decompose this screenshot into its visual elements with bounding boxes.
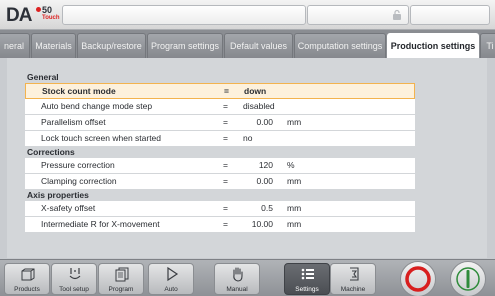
setting-equals: = bbox=[223, 117, 228, 127]
setting-label: Parallelism offset bbox=[41, 117, 106, 127]
section-header-corrections: Corrections bbox=[27, 147, 75, 157]
setting-row-auto-bend-change[interactable]: Auto bend change mode step = disabled bbox=[25, 99, 415, 115]
setting-label: Pressure correction bbox=[41, 160, 115, 170]
setting-value: disabled bbox=[243, 101, 275, 111]
start-icon bbox=[456, 267, 480, 291]
setting-label: Auto bend change mode step bbox=[41, 101, 153, 111]
nav-label: Tool setup bbox=[59, 286, 89, 293]
setting-value: 0.00 bbox=[256, 117, 273, 127]
setting-label: Lock touch screen when started bbox=[41, 133, 162, 143]
nav-machine-button[interactable]: Machine bbox=[330, 263, 376, 295]
setting-equals: = bbox=[223, 176, 228, 186]
tab-production-settings[interactable]: Production settings bbox=[387, 33, 479, 58]
setting-row-lock-touch-screen[interactable]: Lock touch screen when started = no bbox=[25, 131, 415, 147]
machine-icon bbox=[350, 267, 359, 281]
hand-icon bbox=[233, 267, 243, 282]
setting-equals: = bbox=[224, 86, 229, 96]
bottom-nav-bar: Products Tool setup Program Auto Manual bbox=[0, 259, 495, 296]
section-header-axis-properties: Axis properties bbox=[27, 190, 89, 200]
settings-table: General Stock count mode = down Auto ben… bbox=[25, 72, 415, 233]
logo-version: 50 bbox=[42, 5, 53, 15]
stop-icon bbox=[405, 266, 431, 292]
setting-row-clamping-correction[interactable]: Clamping correction = 0.00 mm bbox=[25, 174, 415, 190]
nav-program-button[interactable]: Program bbox=[98, 263, 144, 295]
setting-equals: = bbox=[223, 160, 228, 170]
setting-unit: % bbox=[287, 160, 295, 170]
setting-unit: mm bbox=[287, 176, 302, 186]
setting-row-stock-count-mode[interactable]: Stock count mode = down bbox=[25, 83, 415, 99]
setting-label: Clamping correction bbox=[41, 176, 117, 186]
nav-label: Auto bbox=[164, 286, 178, 293]
setting-unit: mm bbox=[287, 219, 302, 229]
nav-label: Products bbox=[14, 286, 40, 293]
tab-general[interactable]: neral bbox=[0, 33, 30, 58]
header-right-field bbox=[410, 5, 490, 25]
settings-panel: General Stock count mode = down Auto ben… bbox=[7, 58, 487, 258]
setting-label: Stock count mode bbox=[42, 86, 116, 96]
products-icon bbox=[21, 268, 35, 281]
logo-dot-icon bbox=[36, 7, 41, 12]
setting-equals: = bbox=[223, 203, 228, 213]
setting-value: 0.00 bbox=[256, 176, 273, 186]
setting-row-intermediate-r[interactable]: Intermediate R for X-movement = 10.00 mm bbox=[25, 217, 415, 233]
setting-equals: = bbox=[223, 133, 228, 143]
setting-equals: = bbox=[223, 101, 228, 111]
settings-tab-bar: neral Materials Backup/restore Program s… bbox=[0, 30, 495, 58]
stop-button[interactable] bbox=[400, 261, 436, 296]
logo-subtitle: Touch bbox=[42, 15, 60, 21]
header-info-field bbox=[62, 5, 306, 25]
nav-label: Manual bbox=[226, 286, 248, 293]
logo-text: DA bbox=[6, 5, 32, 26]
nav-manual-button[interactable]: Manual bbox=[214, 263, 260, 295]
section-header-general: General bbox=[27, 72, 59, 82]
nav-label: Program bbox=[108, 286, 134, 293]
setting-equals: = bbox=[223, 219, 228, 229]
setting-label: X-safety offset bbox=[41, 203, 96, 213]
setting-unit: mm bbox=[287, 117, 302, 127]
program-icon bbox=[115, 267, 129, 282]
lock-icon bbox=[393, 9, 401, 20]
tab-default-values[interactable]: Default values bbox=[224, 33, 293, 58]
header-bar: DA 50 Touch bbox=[0, 0, 495, 30]
tool-setup-icon bbox=[69, 268, 81, 280]
setting-value: no bbox=[243, 133, 253, 143]
tab-program-settings[interactable]: Program settings bbox=[147, 33, 223, 58]
setting-row-x-safety-offset[interactable]: X-safety offset = 0.5 mm bbox=[25, 201, 415, 217]
setting-row-pressure-correction[interactable]: Pressure correction = 120 % bbox=[25, 158, 415, 174]
setting-label: Intermediate R for X-movement bbox=[41, 219, 160, 229]
setting-value: 120 bbox=[258, 160, 273, 170]
setting-value: 10.00 bbox=[251, 219, 273, 229]
nav-label: Machine bbox=[340, 286, 366, 293]
setting-value: down bbox=[244, 86, 267, 96]
setting-value: 0.5 bbox=[261, 203, 273, 213]
logo-badge: 50 Touch bbox=[36, 5, 60, 25]
brand-logo: DA 50 Touch bbox=[4, 4, 60, 26]
tab-backup-restore[interactable]: Backup/restore bbox=[77, 33, 146, 58]
settings-list-icon bbox=[301, 268, 314, 280]
nav-tool-setup-button[interactable]: Tool setup bbox=[51, 263, 97, 295]
setting-unit: mm bbox=[287, 203, 302, 213]
tab-overflow[interactable]: Ti bbox=[480, 33, 495, 58]
tab-computation-settings[interactable]: Computation settings bbox=[294, 33, 386, 58]
header-status-field[interactable] bbox=[307, 5, 409, 25]
setting-row-parallelism-offset[interactable]: Parallelism offset = 0.00 mm bbox=[25, 115, 415, 131]
nav-settings-button[interactable]: Settings bbox=[284, 263, 330, 295]
nav-label: Settings bbox=[295, 286, 319, 293]
start-button[interactable] bbox=[450, 261, 486, 296]
nav-auto-button[interactable]: Auto bbox=[148, 263, 194, 295]
nav-products-button[interactable]: Products bbox=[4, 263, 50, 295]
tab-materials[interactable]: Materials bbox=[31, 33, 76, 58]
play-icon bbox=[167, 266, 179, 282]
